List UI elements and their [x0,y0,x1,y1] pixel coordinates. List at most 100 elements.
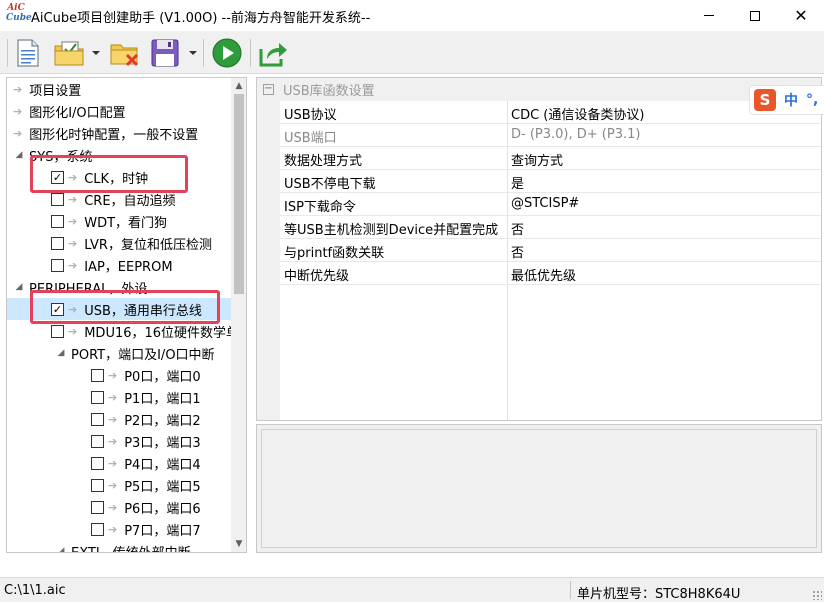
tree-item-wdt[interactable]: ➔ WDT，看门狗 [51,210,167,232]
checkbox[interactable] [91,522,104,536]
expand-arrow-icon[interactable]: ◢ [13,149,25,161]
tree-item-clock-config[interactable]: ➔ 图形化时钟配置，一般不设置 [13,122,198,144]
close-button[interactable]: ✕ [778,0,824,31]
checkbox[interactable] [51,324,64,338]
property-category[interactable]: − USB库函数设置 [257,78,821,101]
tree-item-p2[interactable]: ➔ P2口，端口2 [91,408,201,430]
leaf-arrow-icon: ➔ [13,104,23,118]
property-row[interactable]: USB协议 CDC (通信设备类协议) [280,101,821,124]
close-icon: ✕ [794,5,808,25]
collapse-icon[interactable]: − [263,84,274,95]
resize-grip-icon[interactable] [812,590,822,600]
property-row[interactable]: USB端口 D- (P3.0), D+ (P3.1) [280,124,821,147]
leaf-arrow-icon: ➔ [13,126,23,140]
leaf-arrow-icon: ➔ [108,412,118,426]
checkbox[interactable] [91,412,104,426]
property-value[interactable]: CDC (通信设备类协议) [511,104,644,123]
minimize-icon [704,15,714,16]
ime-indicator[interactable]: S 中 °, [749,85,824,115]
open-project-button[interactable] [53,37,85,69]
tree-group-exti[interactable]: ◢ EXTI，传统外部中断 [55,540,191,553]
ime-mode[interactable]: 中 [784,90,798,110]
tree-item-label: 项目设置 [29,83,82,99]
tree-item-p0[interactable]: ➔ P0口，端口0 [91,364,201,386]
property-row[interactable]: 等USB主机检测到Device并配置完成 否 [280,216,821,239]
tree-item-label: P1口，端口1 [124,391,201,407]
property-row[interactable]: USB不停电下载 是 [280,170,821,193]
property-row[interactable]: 中断优先级 最低优先级 [280,262,821,285]
property-value[interactable]: 查询方式 [511,150,563,169]
tree-group-port[interactable]: ◢ PORT，端口及I/O口中断 [55,342,215,364]
close-project-icon [110,44,139,67]
maximize-button[interactable] [732,0,778,31]
ime-punctuation[interactable]: °, [806,92,818,108]
tree-item-p6[interactable]: ➔ P6口，端口6 [91,496,201,518]
tree-item-p7[interactable]: ➔ P7口，端口7 [91,518,201,540]
expand-arrow-icon[interactable]: ◢ [13,281,25,293]
checkbox[interactable] [51,214,64,228]
checkbox[interactable] [51,236,64,250]
save-project-button[interactable] [149,37,181,69]
checkbox[interactable] [91,390,104,404]
window-title: AiCube项目创建助手 (V1.00O) --前海方舟智能开发系统-- [31,11,371,26]
toolbar-separator-2 [250,39,251,67]
checkbox[interactable] [91,456,104,470]
checkbox[interactable] [91,500,104,514]
export-icon [259,43,287,67]
tree-item-label: WDT，看门狗 [84,215,168,231]
leaf-arrow-icon: ➔ [108,368,118,382]
expand-arrow-icon[interactable]: ◢ [55,545,67,552]
column-divider[interactable] [507,101,508,420]
expand-arrow-icon[interactable]: ◢ [55,347,67,359]
tree-item-io-config[interactable]: ➔ 图形化I/O口配置 [13,100,126,122]
toolbar [0,31,824,74]
scroll-up-icon[interactable]: ▲ [231,78,246,94]
checkbox[interactable] [91,434,104,448]
property-value[interactable]: 是 [511,173,524,192]
property-row[interactable]: 与printf函数关联 否 [280,239,821,262]
scrollbar-thumb[interactable] [234,94,244,294]
property-value[interactable]: 最低优先级 [511,265,576,284]
property-value[interactable]: 否 [511,219,524,238]
property-row[interactable]: 数据处理方式 查询方式 [280,147,821,170]
save-dropdown-arrow[interactable] [189,51,197,55]
tree-vertical-scrollbar[interactable]: ▲ ▼ [231,78,246,552]
open-dropdown-arrow[interactable] [92,51,100,55]
app-logo: AiC Cube [6,3,32,23]
tree-item-project-settings[interactable]: ➔ 项目设置 [13,78,81,100]
property-row[interactable]: ISP下载命令 @STCISP# [280,193,821,216]
export-button[interactable] [257,37,289,69]
property-name: USB不停电下载 [284,177,376,192]
close-project-button[interactable] [109,37,141,69]
save-project-icon [151,39,179,67]
property-name: 与printf函数关联 [284,246,385,261]
category-title: USB库函数设置 [283,84,375,99]
leaf-arrow-icon: ➔ [68,258,78,272]
tree-item-p4[interactable]: ➔ P4口，端口4 [91,452,201,474]
tree-item-label: P0口，端口0 [124,369,201,385]
checkbox[interactable] [51,192,64,206]
tree-item-label: P2口，端口2 [124,413,201,429]
tree-item-label: LVR，复位和低压检测 [84,237,212,253]
tree-item-iap[interactable]: ➔ IAP，EEPROM [51,254,173,276]
run-button[interactable] [211,37,243,69]
scroll-down-icon[interactable]: ▼ [231,536,246,552]
checkbox[interactable] [91,368,104,382]
tree-item-p3[interactable]: ➔ P3口，端口3 [91,430,201,452]
property-value[interactable]: 否 [511,242,524,261]
property-grid[interactable]: − USB库函数设置 USB协议 CDC (通信设备类协议) USB端口 D- … [256,77,822,421]
highlight-box-clk [30,155,188,193]
tree-item-lvr[interactable]: ➔ LVR，复位和低压检测 [51,232,212,254]
tree-item-p1[interactable]: ➔ P1口，端口1 [91,386,201,408]
tree-item-label: P6口，端口6 [124,501,201,517]
checkbox[interactable] [91,478,104,492]
status-bar: C:\1\1.aic 单片机型号：STC8H8K64U [0,577,824,602]
new-project-button[interactable] [12,37,44,69]
minimize-button[interactable] [686,0,732,31]
checkbox[interactable] [51,258,64,272]
property-value[interactable]: @STCISP# [511,196,579,211]
status-separator [570,581,571,599]
tree-item-label: IAP，EEPROM [84,259,173,275]
tree-item-label: P5口，端口5 [124,479,201,495]
tree-item-p5[interactable]: ➔ P5口，端口5 [91,474,201,496]
